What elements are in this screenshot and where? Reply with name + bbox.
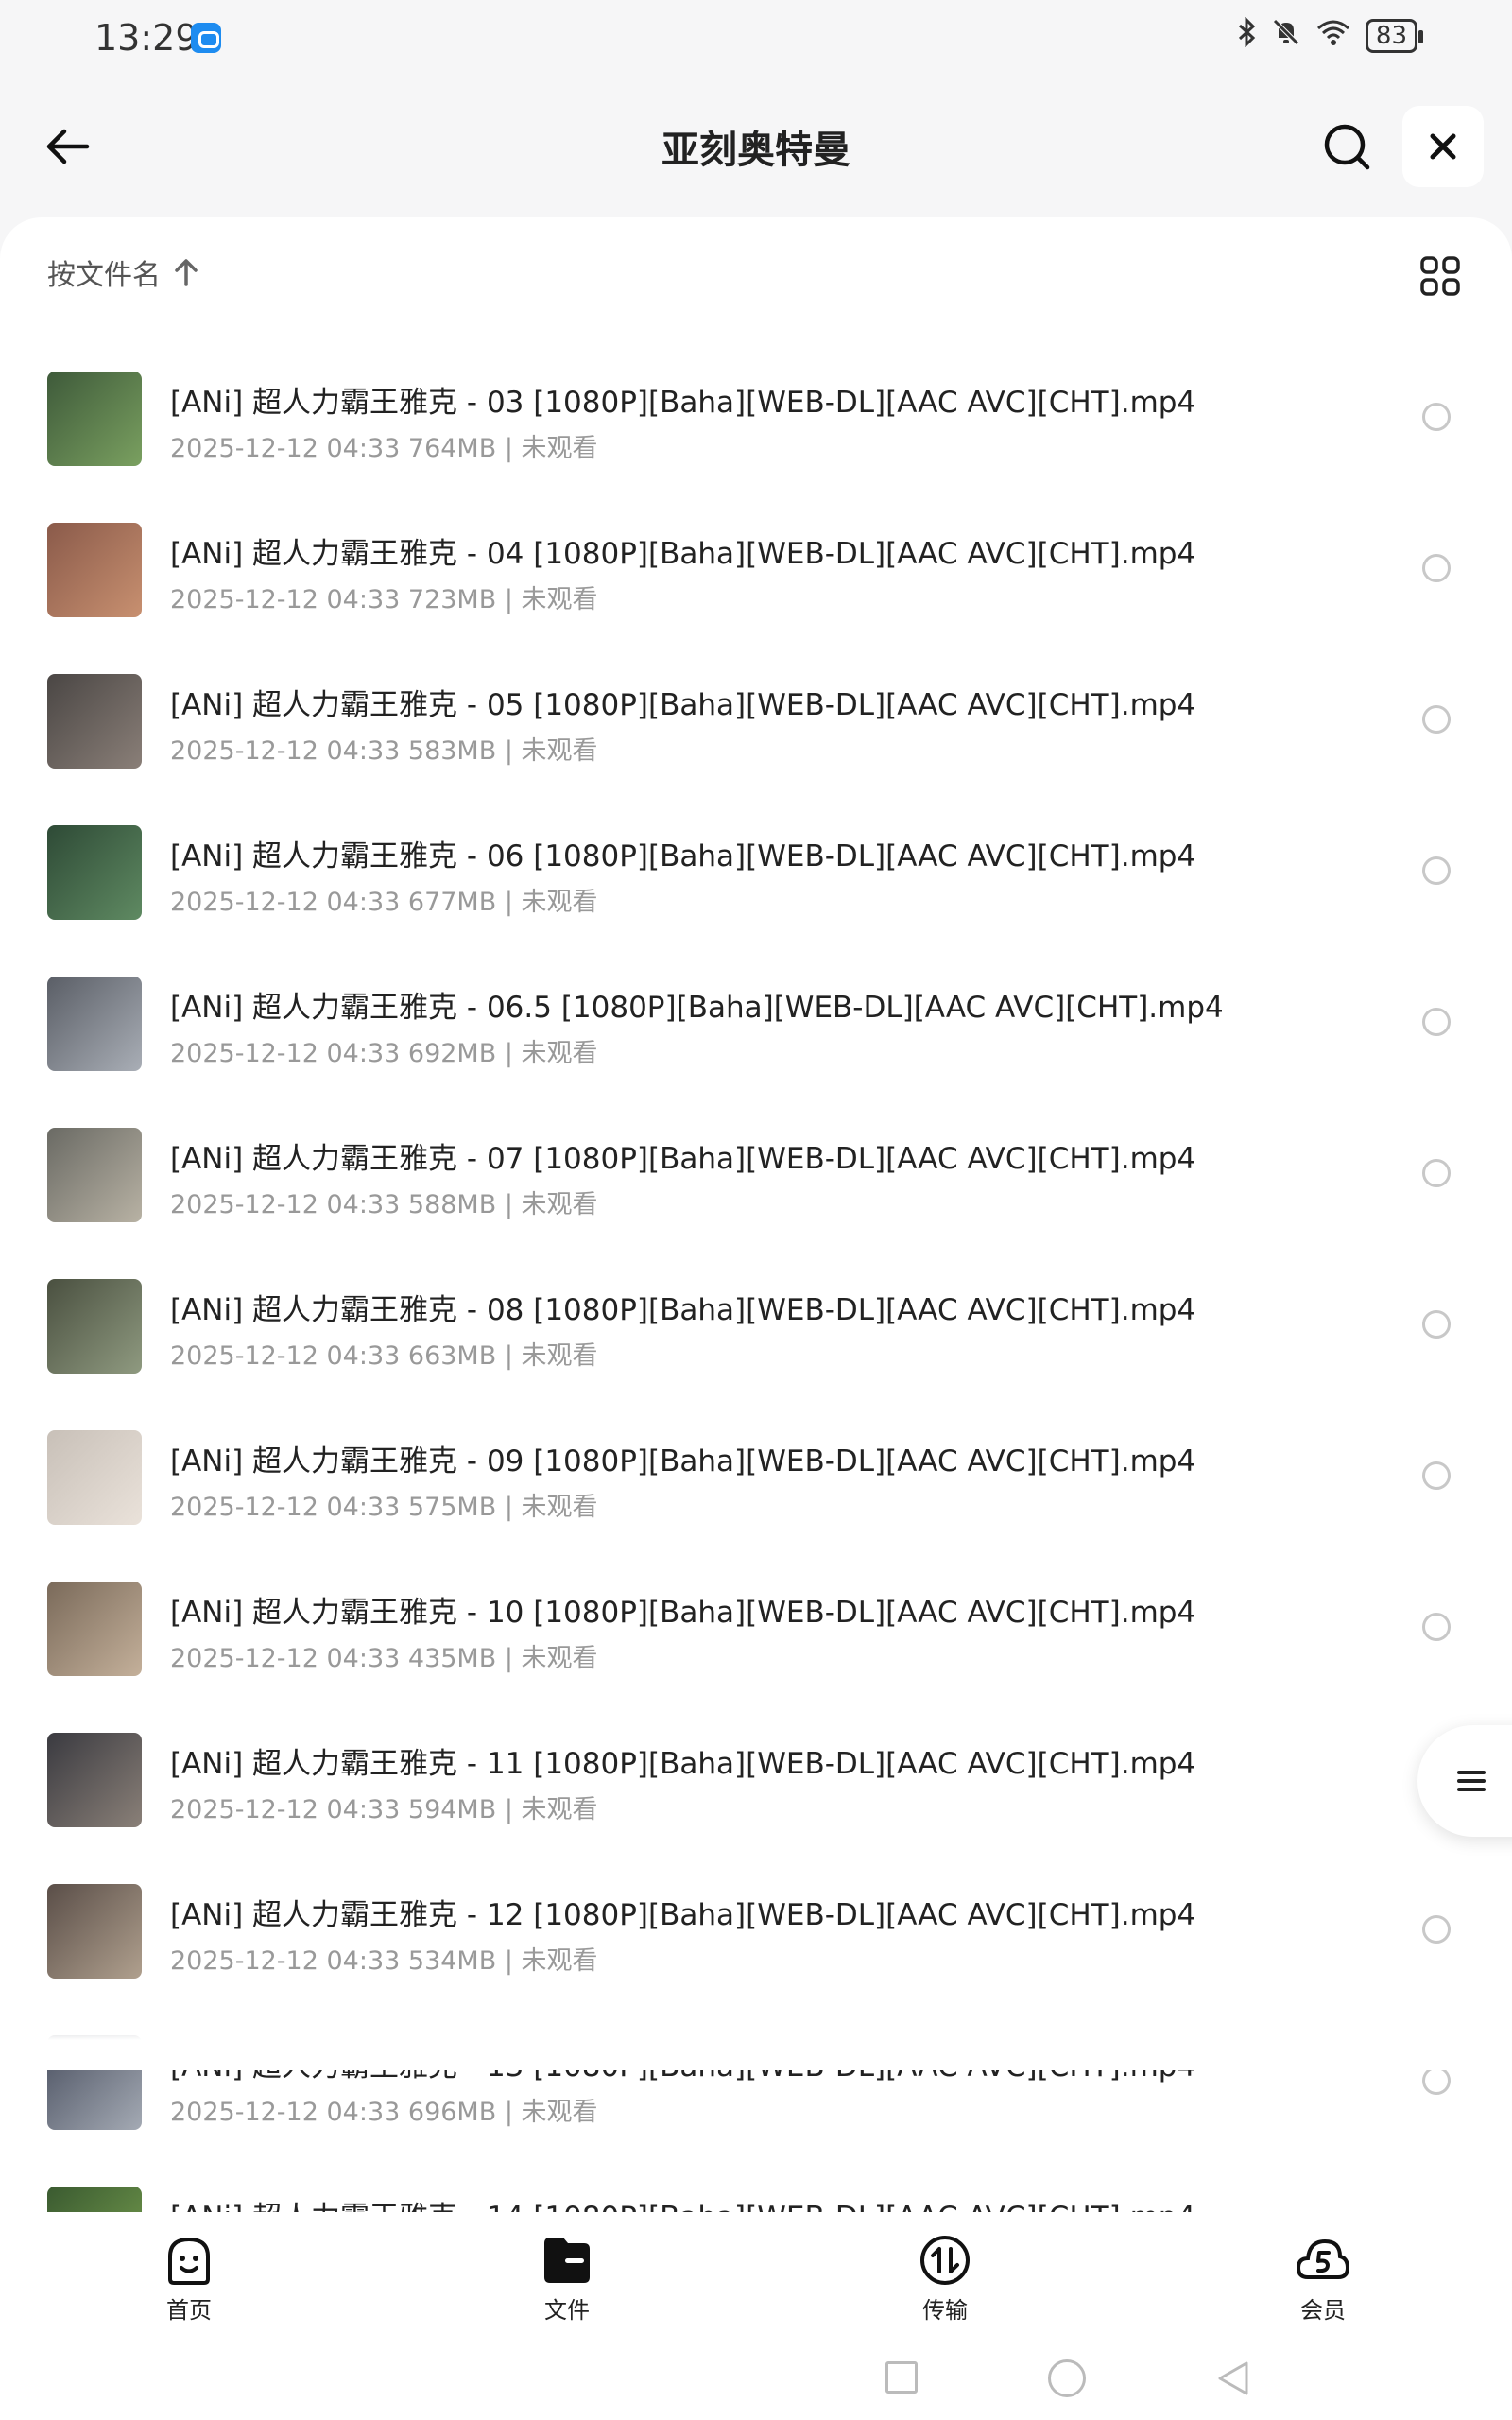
file-row[interactable]: [ANi] 超人力霸王雅克 - 03 [1080P][Baha][WEB-DL]…	[0, 357, 1512, 509]
close-icon	[1430, 133, 1456, 160]
video-thumbnail	[47, 1128, 142, 1222]
system-back-button[interactable]	[1216, 2360, 1250, 2397]
grid-view-icon	[1420, 256, 1460, 296]
video-thumbnail	[47, 523, 142, 617]
bluetooth-icon	[1237, 16, 1258, 54]
file-row[interactable]: [ANi] 超人力霸王雅克 - 08 [1080P][Baha][WEB-DL]…	[0, 1265, 1512, 1416]
file-name: [ANi] 超人力霸王雅克 - 04 [1080P][Baha][WEB-DL]…	[170, 537, 1196, 571]
sort-label: 按文件名	[47, 259, 161, 292]
select-radio[interactable]	[1422, 403, 1451, 431]
sort-control[interactable]: 按文件名	[47, 251, 198, 293]
select-radio[interactable]	[1422, 705, 1451, 734]
select-radio[interactable]	[1422, 1008, 1451, 1036]
select-radio[interactable]	[1422, 1159, 1451, 1187]
video-thumbnail	[47, 1582, 142, 1676]
select-radio[interactable]	[1422, 1915, 1451, 1944]
select-radio[interactable]	[1422, 1310, 1451, 1339]
file-row[interactable]: [ANi] 超人力霸王雅克 - 09 [1080P][Baha][WEB-DL]…	[0, 1416, 1512, 1567]
file-name: [ANi] 超人力霸王雅克 - 06 [1080P][Baha][WEB-DL]…	[170, 839, 1196, 873]
file-name: [ANi] 超人力霸王雅克 - 06.5 [1080P][Baha][WEB-D…	[170, 991, 1224, 1025]
video-thumbnail	[47, 1430, 142, 1525]
select-radio[interactable]	[1422, 2066, 1451, 2095]
file-meta: 2025-12-12 04:33 534MB | 未观看	[170, 1946, 598, 1976]
file-name: [ANi] 超人力霸王雅克 - 09 [1080P][Baha][WEB-DL]…	[170, 1444, 1196, 1478]
file-meta: 2025-12-12 04:33 696MB | 未观看	[170, 2098, 598, 2127]
search-button[interactable]	[1314, 113, 1380, 180]
file-row[interactable]: [ANi] 超人力霸王雅克 - 11 [1080P][Baha][WEB-DL]…	[0, 1719, 1512, 1870]
member-cloud-icon	[1295, 2233, 1351, 2288]
video-thumbnail	[47, 1279, 142, 1374]
video-thumbnail	[47, 825, 142, 920]
file-meta: 2025-12-12 04:33 677MB | 未观看	[170, 888, 598, 917]
grid-view-button[interactable]	[1414, 250, 1467, 302]
smile-home-icon	[161, 2233, 217, 2288]
select-radio[interactable]	[1422, 1613, 1451, 1641]
video-thumbnail	[47, 1884, 142, 1979]
page-title: 亚刻奥特曼	[662, 129, 850, 172]
app-notification-icon	[191, 23, 221, 53]
select-radio[interactable]	[1422, 856, 1451, 885]
nav-label-member: 会员	[1300, 2297, 1346, 2324]
file-meta: 2025-12-12 04:33 594MB | 未观看	[170, 1795, 598, 1824]
file-list: [ANi] 超人力霸王雅克 - 03 [1080P][Baha][WEB-DL]…	[0, 357, 1512, 2212]
file-meta: 2025-12-12 04:33 575MB | 未观看	[170, 1493, 598, 1522]
file-name: [ANi] 超人力霸王雅克 - 12 [1080P][Baha][WEB-DL]…	[170, 1898, 1196, 1932]
file-name: [ANi] 超人力霸王雅克 - 14 [1080P][Baha][WEB-DL]…	[170, 2193, 1195, 2212]
status-time: 13:29	[94, 17, 198, 59]
list-fade	[0, 1995, 1512, 2070]
file-row[interactable]: [ANi] 超人力霸王雅克 - 06 [1080P][Baha][WEB-DL]…	[0, 811, 1512, 962]
file-name: [ANi] 超人力霸王雅克 - 10 [1080P][Baha][WEB-DL]…	[170, 1596, 1196, 1630]
file-row[interactable]: [ANi] 超人力霸王雅克 - 04 [1080P][Baha][WEB-DL]…	[0, 509, 1512, 660]
file-row[interactable]: [ANi] 超人力霸王雅克 - 10 [1080P][Baha][WEB-DL]…	[0, 1567, 1512, 1719]
file-name: [ANi] 超人力霸王雅克 - 03 [1080P][Baha][WEB-DL]…	[170, 386, 1196, 420]
file-meta: 2025-12-12 04:33 583MB | 未观看	[170, 736, 598, 766]
transfer-icon	[917, 2233, 973, 2288]
system-nav-bar	[0, 2325, 1512, 2420]
video-thumbnail	[47, 1733, 142, 1827]
menu-icon	[1457, 1766, 1486, 1796]
status-icons: 83	[1237, 16, 1424, 54]
close-button[interactable]	[1402, 106, 1484, 187]
nav-item-member[interactable]: 会员	[1134, 2212, 1512, 2325]
select-radio[interactable]	[1422, 554, 1451, 582]
folder-icon	[539, 2233, 595, 2288]
nav-item-transfer[interactable]: 传输	[756, 2212, 1134, 2325]
file-sheet: 按文件名 [ANi] 超人力霸王雅克 - 03 [1080P][Baha][WE…	[0, 217, 1512, 2212]
file-meta: 2025-12-12 04:33 435MB | 未观看	[170, 1644, 598, 1673]
nav-label-transfer: 传输	[922, 2297, 968, 2324]
file-name: [ANi] 超人力霸王雅克 - 07 [1080P][Baha][WEB-DL]…	[170, 1142, 1196, 1176]
arrow-up-icon	[175, 259, 198, 286]
video-thumbnail	[47, 2187, 142, 2212]
video-thumbnail	[47, 372, 142, 466]
status-bar: 13:29 83	[0, 0, 1512, 76]
video-thumbnail	[47, 674, 142, 769]
file-meta: 2025-12-12 04:33 663MB | 未观看	[170, 1341, 598, 1371]
select-radio[interactable]	[1422, 1461, 1451, 1490]
home-button[interactable]	[1048, 2360, 1086, 2397]
file-meta: 2025-12-12 04:33 764MB | 未观看	[170, 434, 598, 463]
battery-indicator: 83	[1365, 18, 1424, 53]
nav-label-files: 文件	[544, 2297, 590, 2324]
file-name: [ANi] 超人力霸王雅克 - 05 [1080P][Baha][WEB-DL]…	[170, 688, 1196, 722]
file-name: [ANi] 超人力霸王雅克 - 11 [1080P][Baha][WEB-DL]…	[170, 1747, 1196, 1781]
file-row[interactable]: [ANi] 超人力霸王雅克 - 06.5 [1080P][Baha][WEB-D…	[0, 962, 1512, 1114]
bottom-nav: 首页 文件 传输 会员	[0, 2212, 1512, 2325]
file-row[interactable]: [ANi] 超人力霸王雅克 - 14 [1080P][Baha][WEB-DL]…	[0, 2172, 1512, 2212]
nav-item-home[interactable]: 首页	[0, 2212, 378, 2325]
header: 亚刻奥特曼	[0, 95, 1512, 199]
mute-bell-icon	[1271, 17, 1301, 54]
nav-label-home: 首页	[166, 2297, 212, 2324]
file-name: [ANi] 超人力霸王雅克 - 08 [1080P][Baha][WEB-DL]…	[170, 1293, 1196, 1327]
file-meta: 2025-12-12 04:33 588MB | 未观看	[170, 1190, 598, 1219]
file-meta: 2025-12-12 04:33 723MB | 未观看	[170, 585, 598, 614]
search-icon	[1324, 124, 1370, 170]
file-row[interactable]: [ANi] 超人力霸王雅克 - 07 [1080P][Baha][WEB-DL]…	[0, 1114, 1512, 1265]
wifi-icon	[1314, 17, 1352, 54]
video-thumbnail	[47, 977, 142, 1071]
nav-item-files[interactable]: 文件	[378, 2212, 756, 2325]
file-meta: 2025-12-12 04:33 692MB | 未观看	[170, 1039, 598, 1068]
file-row[interactable]: [ANi] 超人力霸王雅克 - 05 [1080P][Baha][WEB-DL]…	[0, 660, 1512, 811]
recent-apps-button[interactable]	[885, 2361, 918, 2394]
